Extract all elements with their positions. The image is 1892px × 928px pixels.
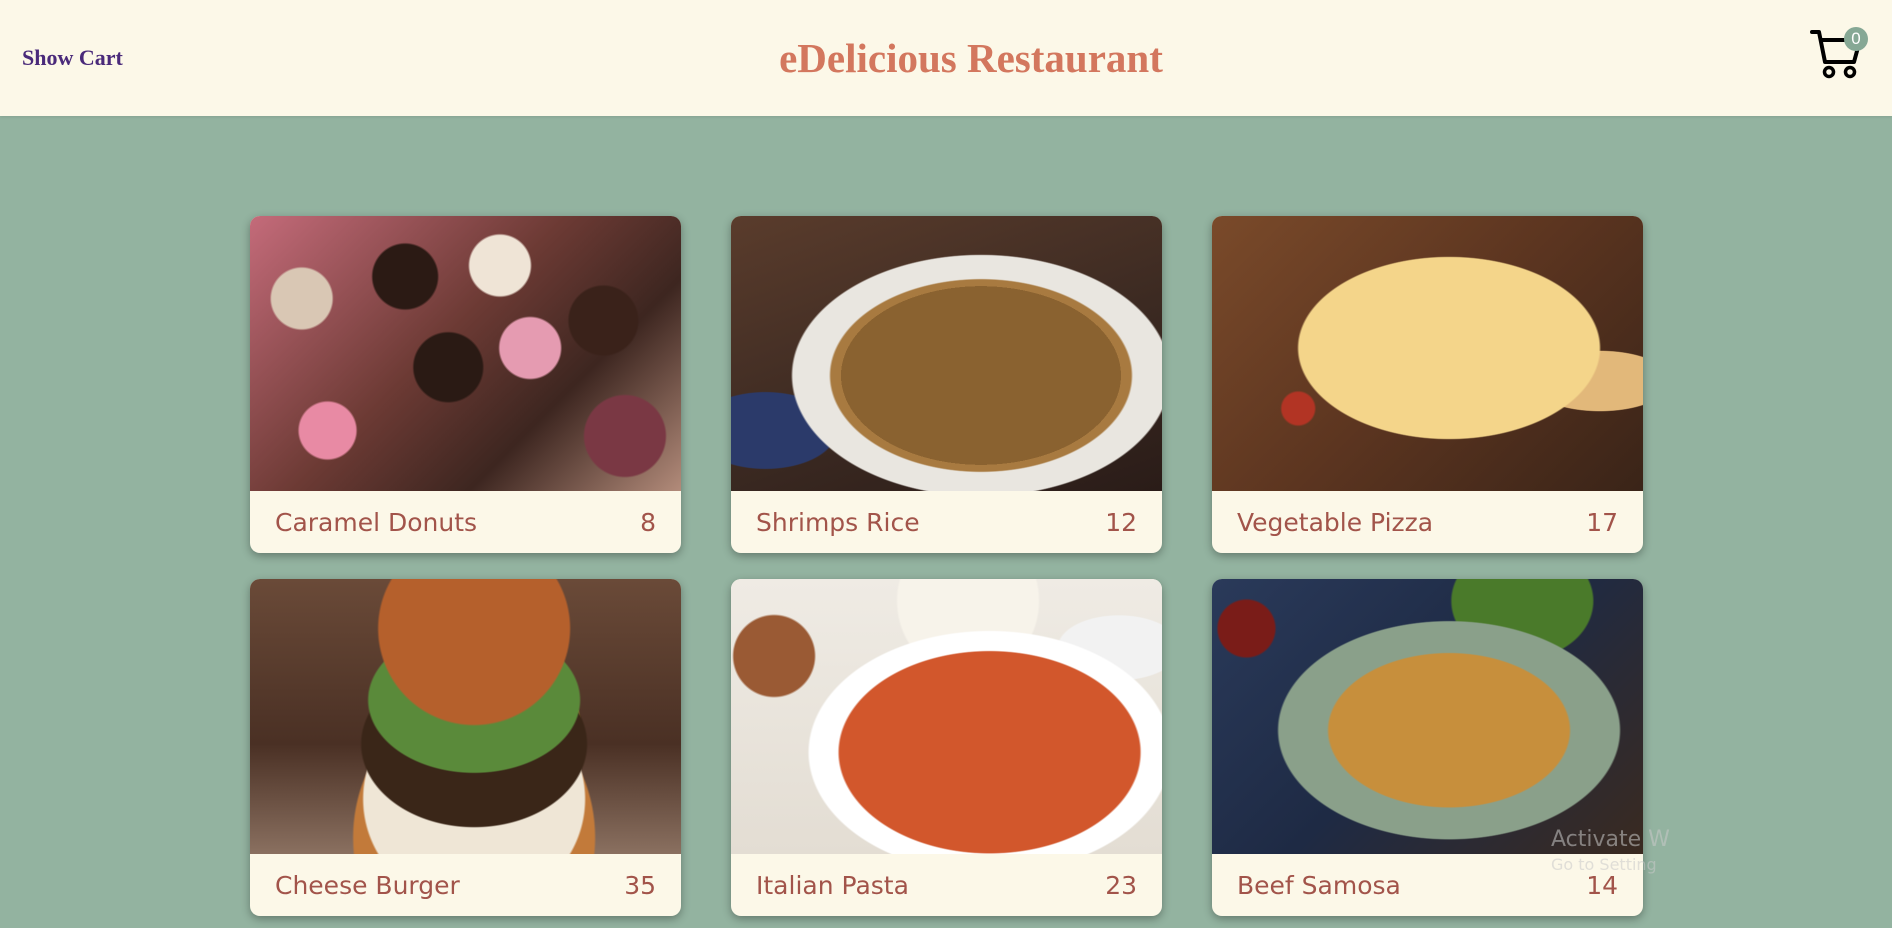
card-footer: Vegetable Pizza 17: [1212, 491, 1643, 553]
item-name: Vegetable Pizza: [1237, 508, 1434, 537]
item-price: 12: [1105, 508, 1137, 537]
item-name: Caramel Donuts: [275, 508, 478, 537]
show-cart-link[interactable]: Show Cart: [22, 44, 123, 72]
item-price: 17: [1586, 508, 1618, 537]
pasta-image: [731, 579, 1162, 854]
donuts-image: [250, 216, 681, 491]
menu-card-italian-pasta[interactable]: Italian Pasta 23: [731, 579, 1162, 916]
item-price: 23: [1105, 871, 1137, 900]
menu-card-vegetable-pizza[interactable]: Vegetable Pizza 17: [1212, 216, 1643, 553]
item-name: Italian Pasta: [756, 871, 909, 900]
item-price: 35: [624, 871, 656, 900]
menu-card-cheese-burger[interactable]: Cheese Burger 35: [250, 579, 681, 916]
item-name: Beef Samosa: [1237, 871, 1401, 900]
menu-card-beef-samosa[interactable]: Beef Samosa 14: [1212, 579, 1643, 916]
pizza-image: [1212, 216, 1643, 491]
page-title: eDelicious Restaurant: [779, 35, 1163, 81]
menu-grid: Caramel Donuts 8 Shrimps Rice 12 Vegetab…: [250, 216, 1644, 916]
card-footer: Cheese Burger 35: [250, 854, 681, 916]
item-name: Shrimps Rice: [756, 508, 920, 537]
card-footer: Shrimps Rice 12: [731, 491, 1162, 553]
burger-image: [250, 579, 681, 854]
menu-card-shrimps-rice[interactable]: Shrimps Rice 12: [731, 216, 1162, 553]
item-price: 14: [1586, 871, 1618, 900]
menu-card-caramel-donuts[interactable]: Caramel Donuts 8: [250, 216, 681, 553]
rice-image: [731, 216, 1162, 491]
cart-count-badge: 0: [1844, 27, 1868, 51]
item-name: Cheese Burger: [275, 871, 460, 900]
card-footer: Beef Samosa 14: [1212, 854, 1643, 916]
top-header: Show Cart eDelicious Restaurant 0: [0, 0, 1892, 116]
card-footer: Italian Pasta 23: [731, 854, 1162, 916]
samosa-image: [1212, 579, 1643, 854]
card-footer: Caramel Donuts 8: [250, 491, 681, 553]
item-price: 8: [640, 508, 656, 537]
cart-button[interactable]: 0: [1808, 24, 1868, 84]
